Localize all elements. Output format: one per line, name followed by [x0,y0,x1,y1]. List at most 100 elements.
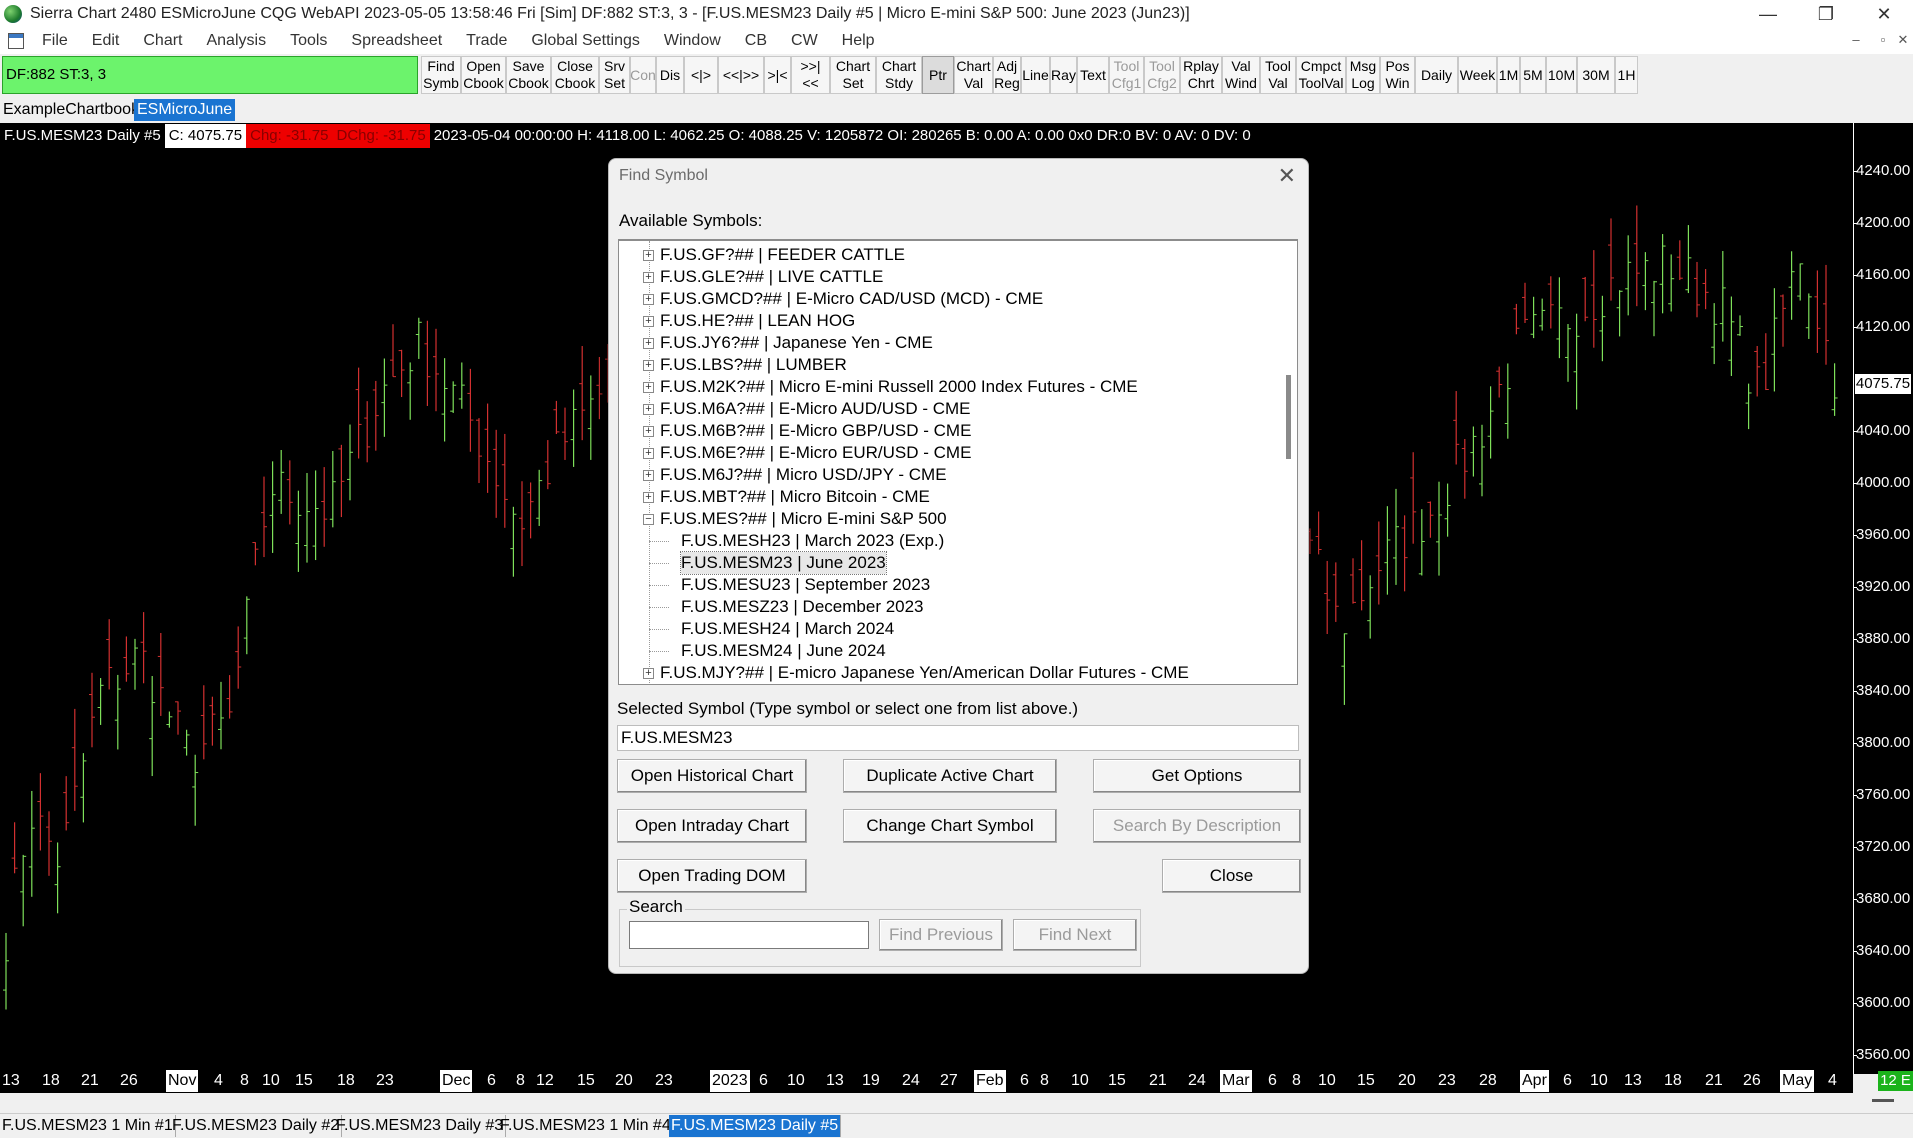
chartbook-tab-example[interactable]: ExampleChartbook [0,99,142,121]
expand-icon[interactable]: + [643,294,654,305]
expand-icon[interactable]: + [643,360,654,371]
tree-node-contract[interactable]: F.US.MESM23 | June 2023 [619,551,1269,575]
toolbar-button-rplay-chrt[interactable]: Rplay Chrt [1180,56,1222,94]
toolbar-button-srv-set[interactable]: Srv Set [599,56,630,94]
toolbar-button-1m[interactable]: 1M [1497,56,1520,94]
horizontal-scrollbar[interactable] [0,1093,1913,1107]
chart-tab[interactable]: F.US.MESM23 Daily #3 [334,1115,507,1137]
tree-scrollbar-thumb[interactable] [1286,375,1291,459]
expand-icon[interactable]: + [643,250,654,261]
expand-icon[interactable]: + [643,668,654,679]
menu-analysis[interactable]: Analysis [194,32,278,50]
chart-tab[interactable]: F.US.MESM23 Daily #2 [170,1115,343,1137]
toolbar-button-msg-log[interactable]: Msg Log [1346,56,1380,94]
get-options-button[interactable]: Get Options [1093,759,1301,793]
menu-spreadsheet[interactable]: Spreadsheet [339,32,454,50]
menu-tools[interactable]: Tools [278,32,339,50]
tree-node-symbol-root[interactable]: + F.US.MBT?## | Micro Bitcoin - CME [619,486,1269,508]
expand-icon[interactable]: + [643,404,654,415]
toolbar-button-1h[interactable]: 1H [1615,56,1638,94]
toolbar-button-chart-stdy[interactable]: Chart Stdy [876,56,922,94]
tree-node-label[interactable]: F.US.M2K?## | Micro E-mini Russell 2000 … [660,376,1138,398]
toolbar-button-week[interactable]: Week [1458,56,1497,94]
toolbar-button-nav-7[interactable]: <|> [684,56,718,94]
toolbar-button-ptr[interactable]: Ptr [922,56,954,94]
tree-node-contract[interactable]: F.US.MESU23 | September 2023 [619,574,1269,596]
toolbar-button-text[interactable]: Text [1077,56,1109,94]
tree-node-contract[interactable]: F.US.MESM24 | June 2024 [619,640,1269,662]
tree-node-symbol-root[interactable]: + F.US.M6A?## | E-Micro AUD/USD - CME [619,398,1269,420]
tree-node-label[interactable]: F.US.MESU23 | September 2023 [681,574,930,596]
toolbar-button-nav-9[interactable]: >|< [764,56,791,94]
tree-node-symbol-root[interactable]: + F.US.JY6?## | Japanese Yen - CME [619,332,1269,354]
tree-node-symbol-root[interactable]: + F.US.GLE?## | LIVE CATTLE [619,266,1269,288]
open-intraday-chart-button[interactable]: Open Intraday Chart [617,809,807,843]
symbol-tree[interactable]: + F.US.GF?## | FEEDER CATTLE + F.US.GLE?## … [618,239,1298,685]
tree-node-label[interactable]: F.US.MESH23 | March 2023 (Exp.) [681,530,944,552]
selected-symbol-input[interactable]: F.US.MESM23 [617,725,1299,751]
tree-node-label[interactable]: F.US.GMCD?## | E-Micro CAD/USD (MCD) - C… [660,288,1043,310]
toolbar-button-close-cbook[interactable]: Close Cbook [551,56,599,94]
tree-node-symbol-root[interactable]: + F.US.LBS?## | LUMBER [619,354,1269,376]
toolbar-button-tool-cfg1[interactable]: Tool Cfg1 [1109,56,1144,94]
chart-tab[interactable]: F.US.MESM23 Daily #5 [669,1115,842,1137]
tree-node-contract[interactable]: F.US.MESH24 | March 2024 [619,618,1269,640]
toolbar-button-val-wind[interactable]: Val Wind [1222,56,1260,94]
menu-chart[interactable]: Chart [131,32,194,50]
toolbar-button-chart-val[interactable]: Chart Val [954,56,993,94]
find-next-button[interactable]: Find Next [1013,919,1137,951]
menu-window[interactable]: Window [652,32,733,50]
tree-node-label[interactable]: F.US.GF?## | FEEDER CATTLE [660,244,905,266]
tree-node-label[interactable]: F.US.MESZ23 | December 2023 [681,596,924,618]
tree-node-label[interactable]: F.US.HE?## | LEAN HOG [660,310,855,332]
tree-node-label[interactable]: F.US.M6E?## | E-Micro EUR/USD - CME [660,442,971,464]
toolbar-button-dis[interactable]: Dis [656,56,684,94]
toolbar-button-nav-10[interactable]: >>|<< [791,56,830,94]
close-button[interactable]: Close [1162,859,1301,893]
restore-button[interactable]: ❐ [1797,0,1855,28]
toolbar-button-adj-reg[interactable]: Adj Reg [993,56,1021,94]
tree-node-label[interactable]: F.US.LBS?## | LUMBER [660,354,847,376]
expand-icon[interactable]: + [643,492,654,503]
toolbar-button-cmpct-toolval[interactable]: Cmpct ToolVal [1296,56,1346,94]
chart-tab[interactable]: F.US.MESM23 1 Min #1 [0,1115,176,1137]
menu-global-settings[interactable]: Global Settings [519,32,652,50]
tree-node-label[interactable]: F.US.MBT?## | Micro Bitcoin - CME [660,486,930,508]
tree-node-label[interactable]: F.US.MESM24 | June 2024 [681,640,886,662]
tree-node-symbol-root[interactable]: + F.US.HE?## | LEAN HOG [619,310,1269,332]
expand-icon[interactable]: + [643,470,654,481]
menu-trade[interactable]: Trade [454,32,519,50]
toolbar-button-chart-set[interactable]: Chart Set [830,56,876,94]
toolbar-button-open-cbook[interactable]: Open Cbook [461,56,506,94]
tree-node-contract[interactable]: F.US.MESH23 | March 2023 (Exp.) [619,530,1269,552]
tree-node-contract[interactable]: F.US.MESZ23 | December 2023 [619,596,1269,618]
document-icon[interactable] [8,33,24,49]
menu-file[interactable]: File [30,32,80,50]
expand-icon[interactable]: + [643,382,654,393]
tree-node-label[interactable]: F.US.MESH24 | March 2024 [681,618,894,640]
tree-node-symbol-root[interactable]: − F.US.MES?## | Micro E-mini S&P 500 [619,508,1269,530]
tree-node-symbol-root[interactable]: + F.US.GMCD?## | E-Micro CAD/USD (MCD) - … [619,288,1269,310]
tree-node-symbol-root[interactable]: + F.US.M6E?## | E-Micro EUR/USD - CME [619,442,1269,464]
tree-node-symbol-root[interactable]: + F.US.GF?## | FEEDER CATTLE [619,244,1269,266]
tree-node-symbol-root[interactable]: + F.US.M6B?## | E-Micro GBP/USD - CME [619,420,1269,442]
tree-node-label[interactable]: F.US.M6A?## | E-Micro AUD/USD - CME [660,398,970,420]
open-historical-chart-button[interactable]: Open Historical Chart [617,759,807,793]
toolbar-button-5m[interactable]: 5M [1520,56,1546,94]
open-trading-dom-button[interactable]: Open Trading DOM [617,859,807,893]
mdi-restore-button[interactable]: ▫ [1873,32,1893,47]
menu-cw[interactable]: CW [779,32,830,50]
duplicate-active-chart-button[interactable]: Duplicate Active Chart [843,759,1057,793]
toolbar-button-con[interactable]: Con [630,56,656,94]
menu-help[interactable]: Help [830,32,887,50]
expand-icon[interactable]: + [643,338,654,349]
toolbar-button-pos-win[interactable]: Pos Win [1380,56,1415,94]
menu-cb[interactable]: CB [733,32,779,50]
search-by-description-button[interactable]: Search By Description [1093,809,1301,843]
toolbar-button-find-symb[interactable]: Find Symb [421,56,461,94]
tree-node-label[interactable]: F.US.GLE?## | LIVE CATTLE [660,266,883,288]
tree-node-label[interactable]: F.US.MJY?## | E-micro Japanese Yen/Ameri… [660,662,1189,684]
tree-node-symbol-root[interactable]: + F.US.M6J?## | Micro USD/JPY - CME [619,464,1269,486]
collapse-icon[interactable]: − [643,514,654,525]
toolbar-button-10m[interactable]: 10M [1546,56,1577,94]
